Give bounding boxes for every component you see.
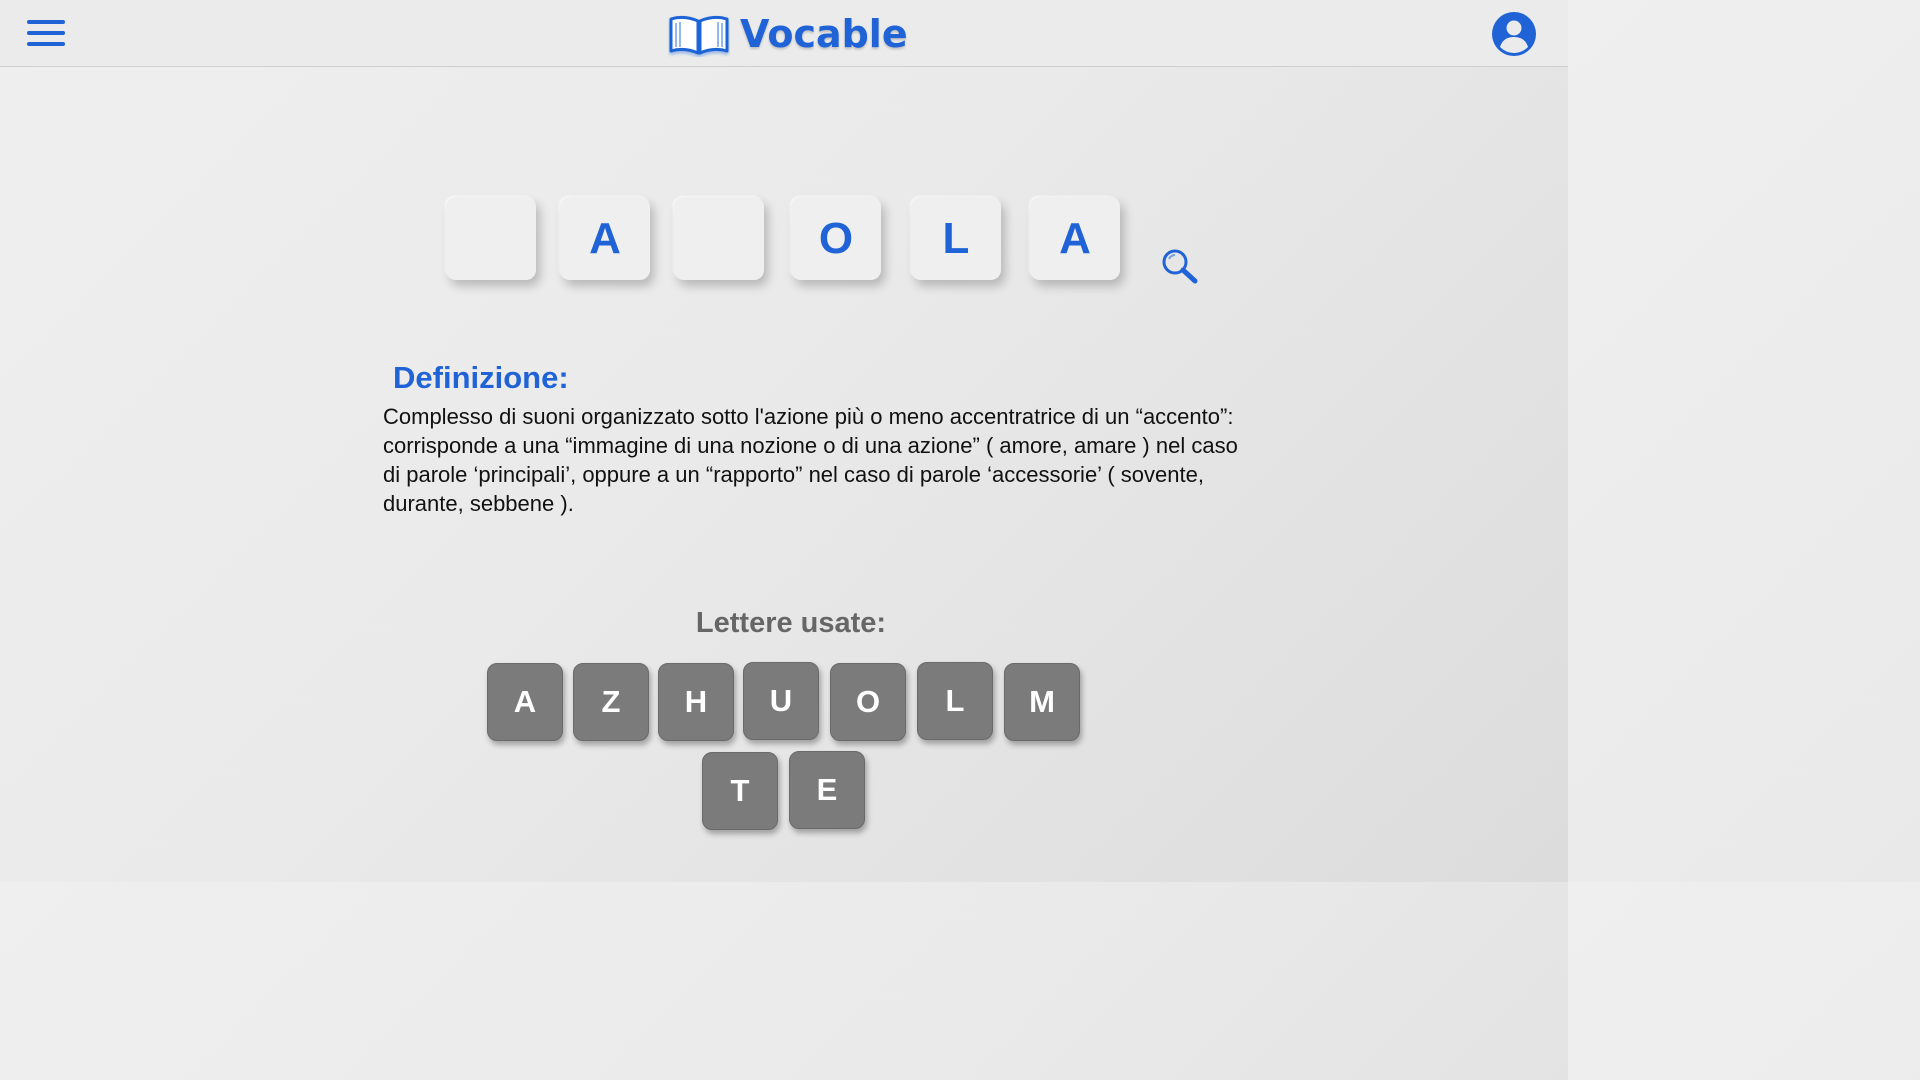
word-tile-1[interactable] — [446, 197, 536, 280]
used-letter-key[interactable]: T — [702, 752, 778, 830]
used-letter-key[interactable]: M — [1004, 663, 1080, 741]
used-letter-key[interactable]: O — [830, 663, 906, 741]
word-tile-6[interactable]: A — [1030, 197, 1120, 280]
app-logo[interactable]: Vocable — [668, 10, 908, 58]
magnifier-icon[interactable] — [1160, 246, 1200, 286]
user-account-icon[interactable] — [1491, 11, 1537, 57]
definition-text: Complesso di suoni organizzato sotto l'a… — [383, 404, 1238, 516]
app-title: Vocable — [740, 12, 908, 56]
used-letter-key[interactable]: H — [658, 663, 734, 741]
top-bar: Vocable — [0, 0, 1568, 67]
used-letters-title: Lettere usate: — [695, 607, 887, 639]
used-letter-key[interactable]: E — [789, 751, 865, 829]
used-letter-key[interactable]: L — [917, 662, 993, 740]
open-book-icon — [669, 15, 729, 55]
word-tile-5[interactable]: L — [911, 197, 1001, 280]
definition-title: Definizione: — [393, 360, 569, 395]
used-letter-key[interactable]: U — [743, 662, 819, 740]
hamburger-menu-icon[interactable] — [27, 17, 67, 51]
word-tile-3[interactable] — [674, 197, 764, 280]
word-tile-4[interactable]: O — [791, 197, 881, 280]
used-letter-key[interactable]: A — [487, 663, 563, 741]
word-tile-2[interactable]: A — [560, 197, 650, 280]
used-letter-key[interactable]: Z — [573, 663, 649, 741]
